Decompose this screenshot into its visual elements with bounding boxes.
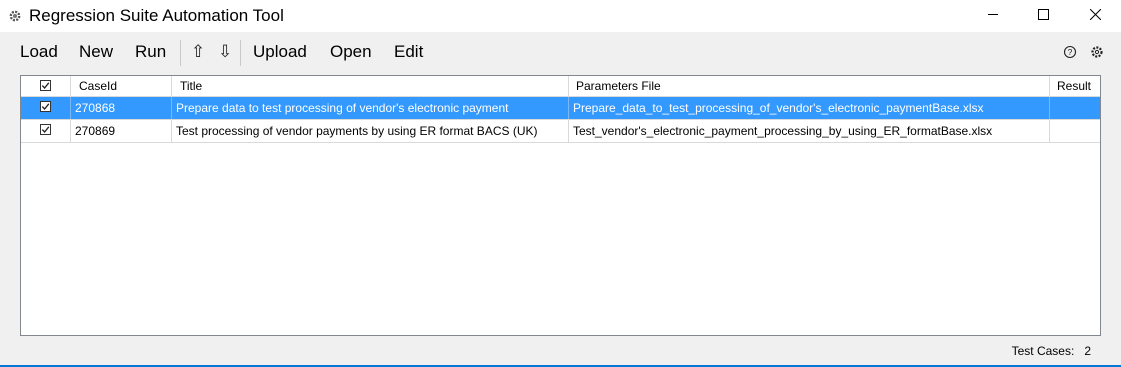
toolbar: Load New Run ⇧ ⇩ Upload Open Edit [0,32,1121,72]
result-cell [1050,97,1100,119]
row-checkbox[interactable] [40,101,51,112]
table-row[interactable]: 270868 Prepare data to test processing o… [21,97,1100,120]
title-cell: Test processing of vendor payments by us… [172,120,569,142]
arrow-up-icon[interactable]: ⇧ [191,42,205,62]
column-header-caseid[interactable]: CaseId [71,76,172,96]
row-checkbox[interactable] [40,124,51,135]
case-id-cell: 270869 [71,120,172,142]
column-header-title[interactable]: Title [172,76,569,96]
test-cases-count: 2 [1084,344,1091,358]
minimize-icon [987,7,999,25]
help-icon[interactable]: ? [1063,45,1077,59]
upload-button[interactable]: Upload [253,42,307,62]
gear-icon [8,9,22,23]
select-all-checkbox[interactable] [40,80,51,91]
test-cases-grid[interactable]: CaseId Title Parameters File Result 2708… [20,75,1101,336]
column-header-parameters-file[interactable]: Parameters File [569,76,1050,96]
column-header-result[interactable]: Result [1050,76,1100,96]
test-cases-label: Test Cases: [1011,344,1075,358]
svg-text:?: ? [1068,47,1073,57]
case-id-cell: 270868 [71,97,172,119]
window-title: Regression Suite Automation Tool [29,6,284,25]
maximize-button[interactable] [1020,0,1066,32]
close-button[interactable] [1072,0,1118,32]
status-bar: Test Cases: 2 [1012,344,1091,358]
load-button[interactable]: Load [20,42,58,62]
row-checkbox-cell[interactable] [21,120,71,142]
run-button[interactable]: Run [135,42,166,62]
result-cell [1050,120,1100,142]
toolbar-separator [180,40,181,66]
edit-button[interactable]: Edit [394,42,423,62]
open-button[interactable]: Open [330,42,372,62]
table-row[interactable]: 270869 Test processing of vendor payment… [21,120,1100,143]
parameters-file-cell: Test_vendor's_electronic_payment_process… [569,120,1050,142]
title-cell: Prepare data to test processing of vendo… [172,97,569,119]
arrow-down-icon[interactable]: ⇩ [218,42,232,62]
close-icon [1089,7,1101,25]
gear-icon[interactable] [1090,45,1104,59]
grid-header: CaseId Title Parameters File Result [21,76,1100,97]
parameters-file-cell: Prepare_data_to_test_processing_of_vendo… [569,97,1050,119]
maximize-icon [1037,7,1049,25]
new-button[interactable]: New [79,42,113,62]
title-bar: Regression Suite Automation Tool [0,0,1121,32]
toolbar-separator [240,40,241,66]
row-checkbox-cell[interactable] [21,97,71,119]
select-all-header[interactable] [21,76,71,96]
minimize-button[interactable] [970,0,1016,32]
